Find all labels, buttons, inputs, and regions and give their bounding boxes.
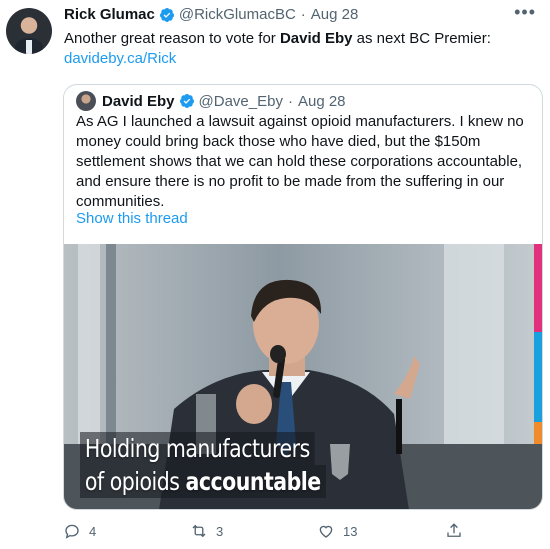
quoted-handle: @Dave_Eby xyxy=(198,92,283,110)
retweet-icon xyxy=(192,524,206,538)
separator-dot: · xyxy=(300,6,306,23)
image-caption: Holding manufacturers of opioids account… xyxy=(80,432,326,498)
caption-line-1: Holding manufacturers xyxy=(80,432,315,465)
author-name[interactable]: Rick Glumac xyxy=(64,6,155,23)
like-button[interactable]: 13 xyxy=(317,522,357,540)
tweet-text-bold: David Eby xyxy=(279,30,353,47)
share-button[interactable] xyxy=(445,522,471,540)
share-icon xyxy=(447,523,461,537)
like-count: 13 xyxy=(343,523,358,539)
tweet-link[interactable]: davideby.ca/Rick xyxy=(64,50,176,67)
verified-badge-icon xyxy=(159,7,174,22)
quoted-media-image[interactable]: Holding manufacturers of opioids account… xyxy=(64,244,542,509)
tweet-text-after: as next BC Premier: xyxy=(352,30,491,47)
author-handle[interactable]: @RickGlumacBC xyxy=(179,6,296,23)
verified-badge-icon xyxy=(179,94,194,108)
retweet-button[interactable]: 3 xyxy=(190,522,223,540)
quoted-header: David Eby @Dave_Eby · Aug 28 xyxy=(76,91,346,111)
heart-icon xyxy=(319,525,333,538)
retweet-count: 3 xyxy=(216,523,224,539)
tweet-text: Another great reason to vote for David E… xyxy=(64,29,534,69)
tweet-text-before: Another great reason to vote for xyxy=(64,30,280,47)
quoted-tweet[interactable]: David Eby @Dave_Eby · Aug 28 As AG I lau… xyxy=(63,84,543,510)
reply-button[interactable]: 4 xyxy=(63,522,96,540)
quoted-author-name: David Eby xyxy=(102,92,175,110)
tweet-date[interactable]: Aug 28 xyxy=(311,6,359,23)
more-dots-icon[interactable]: ••• xyxy=(514,2,536,23)
caption-line-2-normal: of opioids xyxy=(84,467,186,496)
quoted-text: As AG I launched a lawsuit against opioi… xyxy=(76,113,524,210)
quoted-date: Aug 28 xyxy=(297,92,346,110)
action-bar: 4 3 13 xyxy=(63,522,483,544)
author-avatar[interactable] xyxy=(6,8,52,54)
quoted-avatar xyxy=(76,91,96,111)
reply-count: 4 xyxy=(89,523,97,539)
show-thread-link[interactable]: Show this thread xyxy=(76,210,188,227)
separator-dot: · xyxy=(287,92,293,110)
caption-line-2: of opioids accountable xyxy=(80,465,326,498)
tweet-header: Rick Glumac @RickGlumacBC · Aug 28 xyxy=(64,6,358,23)
caption-line-2-bold: accountable xyxy=(185,467,321,496)
reply-icon xyxy=(65,524,79,539)
